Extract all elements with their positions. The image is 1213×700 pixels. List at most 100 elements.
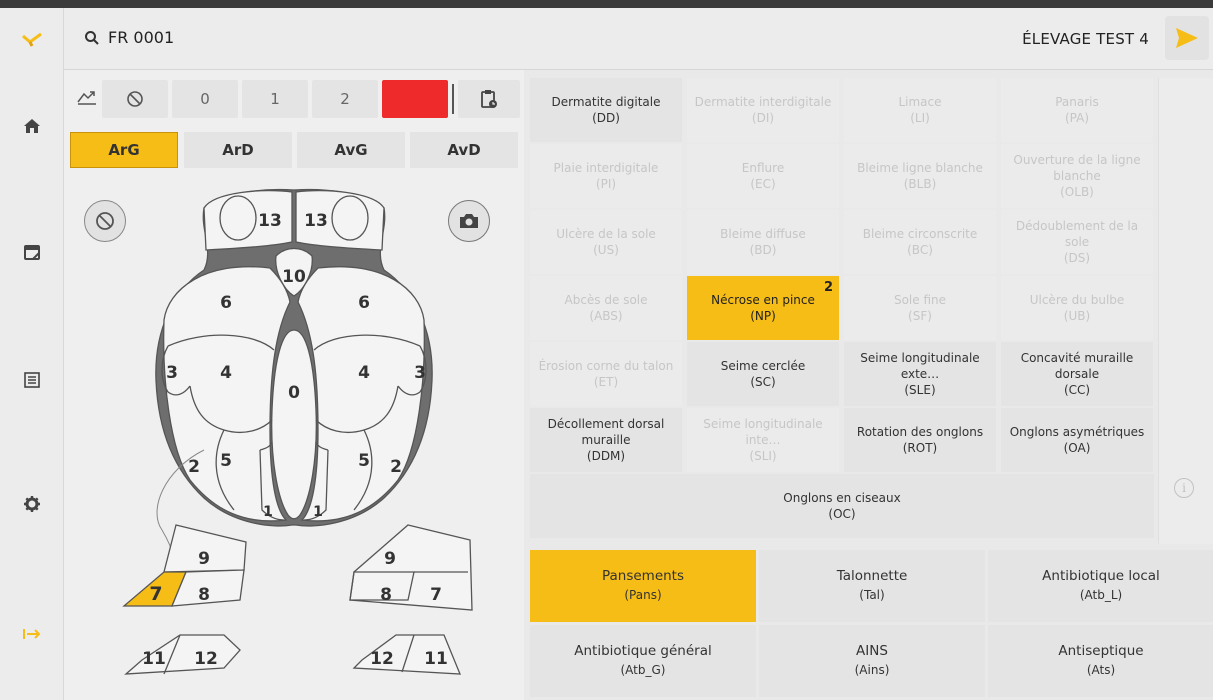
zone-9-left: 9 — [198, 549, 210, 569]
lesion-name: Sole fine — [893, 293, 947, 307]
zone-8-left: 8 — [198, 585, 210, 605]
lesion-button[interactable]: Nécrose en pince (NP) 2 — [687, 276, 839, 340]
farm-name: ÉLEVAGE TEST 4 — [1022, 30, 1149, 48]
lesion-name: Bleime diffuse — [720, 227, 806, 241]
treatment-code: (Pans) — [624, 588, 662, 602]
hoof-diagram[interactable]: 13 13 10 6 6 3 4 0 4 3 2 5 5 2 1 1 9 7 8… — [64, 180, 524, 700]
lesion-code: (DDM) — [586, 449, 626, 463]
lesion-button[interactable]: Enflure (EC) — [687, 144, 839, 208]
treatment-name: Antiseptique — [1058, 643, 1144, 659]
settings-icon[interactable] — [0, 484, 64, 524]
lesion-button[interactable]: Ouverture de la ligne blanche (OLB) — [1001, 144, 1153, 208]
lesion-button[interactable]: Bleime ligne blanche (BLB) — [844, 144, 996, 208]
lesion-button[interactable]: Dédoublement de la sole (DS) — [1001, 210, 1153, 274]
lesion-name: Abcès de sole — [564, 293, 648, 307]
lesion-button[interactable]: Seime longitudinale exte… (SLE) — [844, 342, 996, 406]
lesion-button[interactable]: Rotation des onglons (ROT) — [844, 408, 996, 472]
lesion-code: (DS) — [1063, 251, 1091, 265]
foot-tab-avd[interactable]: AvD — [410, 132, 518, 168]
zone-11-right: 11 — [424, 649, 448, 669]
lesion-code: (SLE) — [904, 383, 936, 397]
lesion-code: (SF) — [908, 309, 932, 323]
lesion-button[interactable]: Plaie interdigitale (PI) — [530, 144, 682, 208]
no-lesion-button[interactable] — [102, 80, 168, 118]
lesion-name: Dermatite interdigitale — [694, 95, 832, 109]
treatment-button[interactable]: Pansements (Pans) — [530, 550, 756, 622]
severity-2-button[interactable]: 2 — [312, 80, 378, 118]
foot-tab-ard[interactable]: ArD — [184, 132, 292, 168]
lesion-button[interactable]: Dermatite digitale (DD) — [530, 78, 682, 142]
zone-6-right: 6 — [358, 293, 370, 313]
lesion-button[interactable]: Abcès de sole (ABS) — [530, 276, 682, 340]
lesion-name: Érosion corne du talon — [538, 359, 674, 373]
lesion-button[interactable]: Ulcère du bulbe (UB) — [1001, 276, 1153, 340]
treatment-code: (Atb_G) — [620, 663, 666, 677]
lesion-button[interactable]: Érosion corne du talon (ET) — [530, 342, 682, 406]
lesion-code: (CC) — [1063, 383, 1091, 397]
zone-3-right: 3 — [414, 363, 426, 383]
send-button[interactable] — [1165, 16, 1209, 60]
lesion-name: Bleime circonscrite — [862, 227, 978, 241]
severity-0-button[interactable]: 0 — [172, 80, 238, 118]
lesion-button-wide[interactable]: Onglons en ciseaux (OC) — [530, 474, 1154, 538]
treatment-name: AINS — [856, 643, 888, 659]
foot-tab-arg[interactable]: ArG — [70, 132, 178, 168]
lesion-name: Seime cerclée — [720, 359, 806, 373]
treatment-button[interactable]: Antiseptique (Ats) — [988, 625, 1213, 697]
lesion-code: (BD) — [749, 243, 777, 257]
hoof-panel: 0 1 2 3 ArG ArD AvG AvD 13 13 10 6 6 3 4… — [64, 70, 524, 700]
zone-0: 0 — [288, 383, 300, 403]
lesion-code: (OA) — [1063, 441, 1091, 455]
lesion-code: (EC) — [750, 177, 776, 191]
history-button[interactable] — [458, 80, 520, 118]
lesion-code: (SLI) — [749, 449, 777, 463]
search-icon[interactable] — [84, 30, 100, 50]
lesion-button[interactable]: Seime cerclée (SC) — [687, 342, 839, 406]
home-icon[interactable] — [0, 106, 64, 146]
lesion-button[interactable]: Seime longitudinale inte… (SLI) — [687, 408, 839, 472]
lesion-button[interactable]: Panaris (PA) — [1001, 78, 1153, 142]
foot-tab-avg[interactable]: AvG — [297, 132, 405, 168]
lesion-code: (OC) — [828, 507, 856, 521]
lesion-name: Onglons en ciseaux — [783, 491, 901, 505]
lesion-button[interactable]: Concavité muraille dorsale (CC) — [1001, 342, 1153, 406]
treatment-button[interactable]: Antibiotique général (Atb_G) — [530, 625, 756, 697]
right-column — [1158, 78, 1213, 544]
lesion-code: (SC) — [750, 375, 776, 389]
treatment-button[interactable]: Talonnette (Tal) — [759, 550, 985, 622]
lesion-button[interactable]: Décollement dorsal muraille (DDM) — [530, 408, 682, 472]
zone-7-right: 7 — [430, 585, 442, 605]
zone-2-right: 2 — [390, 457, 402, 477]
severity-1-button[interactable]: 1 — [242, 80, 308, 118]
info-icon[interactable]: i — [1174, 478, 1194, 498]
logout-icon[interactable] — [0, 614, 64, 654]
treatment-button[interactable]: AINS (Ains) — [759, 625, 985, 697]
zone-4-right: 4 — [358, 363, 370, 383]
zone-2-left: 2 — [188, 457, 200, 477]
treatment-button[interactable]: Antibiotique local (Atb_L) — [988, 550, 1213, 622]
zone-3-left: 3 — [166, 363, 178, 383]
zone-7-left: 7 — [149, 583, 162, 605]
lesion-button[interactable]: Limace (LI) — [844, 78, 996, 142]
lesion-button[interactable]: Bleime diffuse (BD) — [687, 210, 839, 274]
divider — [452, 84, 454, 114]
lesion-button[interactable]: Sole fine (SF) — [844, 276, 996, 340]
search-input[interactable]: FR 0001 — [108, 28, 174, 47]
zone-12-right: 12 — [370, 649, 394, 669]
lesion-name: Concavité muraille dorsale — [1020, 351, 1134, 381]
severity-3-button[interactable]: 3 — [382, 80, 448, 118]
lesion-code: (NP) — [750, 309, 776, 323]
calendar-icon[interactable] — [0, 232, 64, 272]
list-icon[interactable] — [0, 360, 64, 400]
zone-4-left: 4 — [220, 363, 232, 383]
lesion-button[interactable]: Dermatite interdigitale (DI) — [687, 78, 839, 142]
lesion-button[interactable]: Ulcère de la sole (US) — [530, 210, 682, 274]
lesion-code: (LI) — [910, 111, 930, 125]
logo-icon[interactable] — [0, 20, 64, 60]
trim-icon[interactable] — [76, 88, 98, 110]
zone-6-left: 6 — [220, 293, 232, 313]
lesion-button[interactable]: Onglons asymétriques (OA) — [1001, 408, 1153, 472]
lesion-code: (BC) — [907, 243, 933, 257]
lesion-button[interactable]: Bleime circonscrite (BC) — [844, 210, 996, 274]
zone-1-right: 1 — [313, 504, 323, 520]
